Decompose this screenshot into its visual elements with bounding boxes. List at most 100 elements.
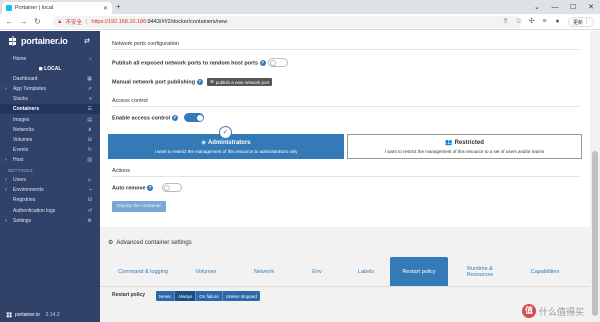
toggle-knob bbox=[164, 185, 170, 191]
rocket-icon: ➚ bbox=[87, 86, 92, 92]
bookmark-star-icon[interactable]: ☆ bbox=[514, 17, 523, 26]
restart-on-failure-option[interactable]: On failure bbox=[196, 291, 223, 301]
help-icon[interactable]: ? bbox=[259, 60, 266, 66]
sidebar-item-registries[interactable]: Registries ⛁ bbox=[0, 195, 100, 205]
forward-icon[interactable]: → bbox=[18, 16, 29, 27]
scrollbar-thumb[interactable] bbox=[592, 151, 598, 316]
restart-never-option[interactable]: Never bbox=[156, 291, 176, 301]
tab-command-logging[interactable]: Command & logging bbox=[118, 257, 168, 287]
chevron-right-icon: › bbox=[5, 86, 7, 92]
users-icon: 👥 bbox=[445, 140, 453, 146]
help-icon[interactable]: ? bbox=[147, 185, 154, 191]
sidebar-item-label: Settings bbox=[13, 218, 32, 224]
sidebar-item-networks[interactable]: Networks ⋔ bbox=[0, 125, 100, 135]
images-icon: ▤ bbox=[87, 117, 92, 123]
tab-labels[interactable]: Labels bbox=[346, 257, 386, 287]
auto-remove-label: Auto remove bbox=[112, 185, 146, 192]
deploy-container-button[interactable]: Deploy the container bbox=[112, 201, 166, 212]
sidebar-item-stacks[interactable]: Stacks ≡ bbox=[0, 94, 100, 104]
tab-network[interactable]: Network bbox=[242, 257, 286, 287]
tab-runtime-resources[interactable]: Runtime & Resources bbox=[454, 257, 506, 287]
close-tab-icon[interactable]: ✕ bbox=[103, 5, 108, 12]
enable-access-toggle[interactable] bbox=[184, 113, 204, 122]
browser-tab-title: Portainer | local bbox=[15, 5, 54, 11]
users-icon: ☺ bbox=[86, 177, 92, 183]
publish-new-port-button[interactable]: ⊕ publish a new network port bbox=[207, 78, 273, 86]
sidebar-item-dashboard[interactable]: Dashboard ▦ bbox=[0, 74, 100, 84]
volumes-icon: ⛁ bbox=[87, 137, 92, 143]
sidebar-item-host[interactable]: › Host ▥ bbox=[0, 155, 100, 165]
host-icon: ▥ bbox=[87, 157, 92, 163]
restricted-title: Restricted bbox=[454, 139, 484, 146]
reading-list-icon[interactable]: ≡ bbox=[540, 17, 549, 26]
sidebar-item-home[interactable]: Home ⌂ bbox=[0, 54, 100, 64]
reload-icon[interactable]: ↻ bbox=[32, 16, 43, 27]
tab-search-icon[interactable]: ⌄ bbox=[528, 0, 546, 14]
advanced-settings-header: ⚙ Advanced container settings bbox=[108, 239, 192, 247]
restart-policy-selector: Never Always On failure Unless stopped bbox=[156, 291, 260, 301]
minimize-icon[interactable]: — bbox=[546, 0, 564, 14]
history-icon: ↺ bbox=[87, 208, 92, 214]
sidebar-toggle-icon[interactable]: ⇄ bbox=[84, 37, 90, 45]
sidebar-item-containers[interactable]: Containers ☰ bbox=[0, 104, 100, 114]
browser-window: Portainer | local ✕ + ⌄ — ☐ ✕ ← → ↻ ▲ 不安… bbox=[0, 0, 600, 322]
sidebar-item-volumes[interactable]: Volumes ⛁ bbox=[0, 135, 100, 145]
sidebar-item-label: Networks bbox=[13, 127, 34, 133]
back-icon[interactable]: ← bbox=[4, 16, 15, 27]
publish-all-toggle[interactable] bbox=[268, 58, 288, 67]
manual-publish-row: Manual network port publishing ? bbox=[112, 79, 203, 85]
access-section-title: Access control bbox=[112, 98, 148, 104]
tab-bar: Portainer | local ✕ + ⌄ — ☐ ✕ bbox=[0, 0, 600, 14]
extensions-icon[interactable]: ✣ bbox=[527, 17, 536, 26]
restricted-option[interactable]: 👥 Restricted I want to restrict the mana… bbox=[347, 134, 582, 159]
toolbar-icons: ⇪ ☆ ✣ ≡ ● bbox=[501, 17, 562, 26]
update-button[interactable]: 更新 ⋮ bbox=[567, 17, 594, 27]
sidebar-item-users[interactable]: › Users ☺ bbox=[0, 175, 100, 185]
more-menu-icon: ⋮ bbox=[584, 19, 589, 25]
url-input[interactable]: ▲ 不安全 | https://192.168.10.186 :9443/#!/… bbox=[52, 16, 522, 28]
main-content: Network ports configuration Publish all … bbox=[100, 31, 590, 322]
stacks-icon: ≡ bbox=[89, 96, 92, 102]
sidebar-item-events[interactable]: Events ↻ bbox=[0, 145, 100, 155]
sidebar-item-label: Users bbox=[13, 177, 27, 183]
watermark-text: 什么值得买 bbox=[538, 306, 584, 317]
warning-icon[interactable]: ▲ bbox=[57, 19, 62, 25]
check-circle-icon: ✓ bbox=[219, 126, 232, 139]
brand[interactable]: portainer.io bbox=[8, 36, 68, 46]
browser-tab[interactable]: Portainer | local ✕ bbox=[2, 2, 112, 14]
advanced-tabs: Command & logging Volumes Network Env La… bbox=[100, 257, 590, 287]
sidebar-item-authentication-logs[interactable]: Authentication logs ↺ bbox=[0, 206, 100, 216]
restart-unless-stopped-option[interactable]: Unless stopped bbox=[222, 291, 260, 301]
enable-access-row: Enable access control ? bbox=[112, 115, 178, 121]
brand-name: portainer.io bbox=[21, 36, 68, 46]
page-scrollbar[interactable] bbox=[590, 31, 600, 322]
networks-icon: ⋔ bbox=[87, 127, 92, 133]
environments-icon: ⌁ bbox=[88, 187, 92, 193]
close-window-icon[interactable]: ✕ bbox=[582, 0, 600, 14]
sidebar-item-settings[interactable]: › Settings ⚙ bbox=[0, 216, 100, 226]
help-icon[interactable]: ? bbox=[196, 79, 203, 85]
insecure-label[interactable]: 不安全 bbox=[65, 18, 82, 26]
tab-restart-policy[interactable]: Restart policy bbox=[390, 257, 448, 287]
dashboard-icon: ▦ bbox=[87, 76, 92, 82]
sidebar-item-label: App Templates bbox=[13, 86, 46, 92]
tab-volumes[interactable]: Volumes bbox=[182, 257, 230, 287]
tab-env[interactable]: Env bbox=[298, 257, 336, 287]
restart-always-option[interactable]: Always bbox=[175, 291, 197, 301]
maximize-icon[interactable]: ☐ bbox=[564, 0, 582, 14]
sidebar-item-environments[interactable]: › Environments ⌁ bbox=[0, 185, 100, 195]
help-icon[interactable]: ? bbox=[171, 115, 178, 121]
sidebar-item-images[interactable]: Images ▤ bbox=[0, 115, 100, 125]
sidebar: portainer.io ⇄ Home ⌂ ◼ LOCAL Dashboard … bbox=[0, 31, 100, 322]
auto-remove-toggle[interactable] bbox=[162, 183, 182, 192]
share-icon[interactable]: ⇪ bbox=[501, 17, 510, 26]
sidebar-item-label: Home bbox=[13, 56, 27, 62]
sidebar-item-app-templates[interactable]: › App Templates ➚ bbox=[0, 84, 100, 94]
home-icon: ⌂ bbox=[88, 56, 92, 62]
tab-capabilities[interactable]: Capabilities bbox=[518, 257, 572, 287]
new-tab-icon[interactable]: + bbox=[116, 2, 121, 12]
profile-icon[interactable]: ● bbox=[553, 17, 562, 26]
watermark-logo-icon: 值 bbox=[521, 304, 536, 318]
toggle-knob bbox=[270, 60, 276, 66]
publish-new-port-label: publish a new network port bbox=[215, 79, 270, 85]
